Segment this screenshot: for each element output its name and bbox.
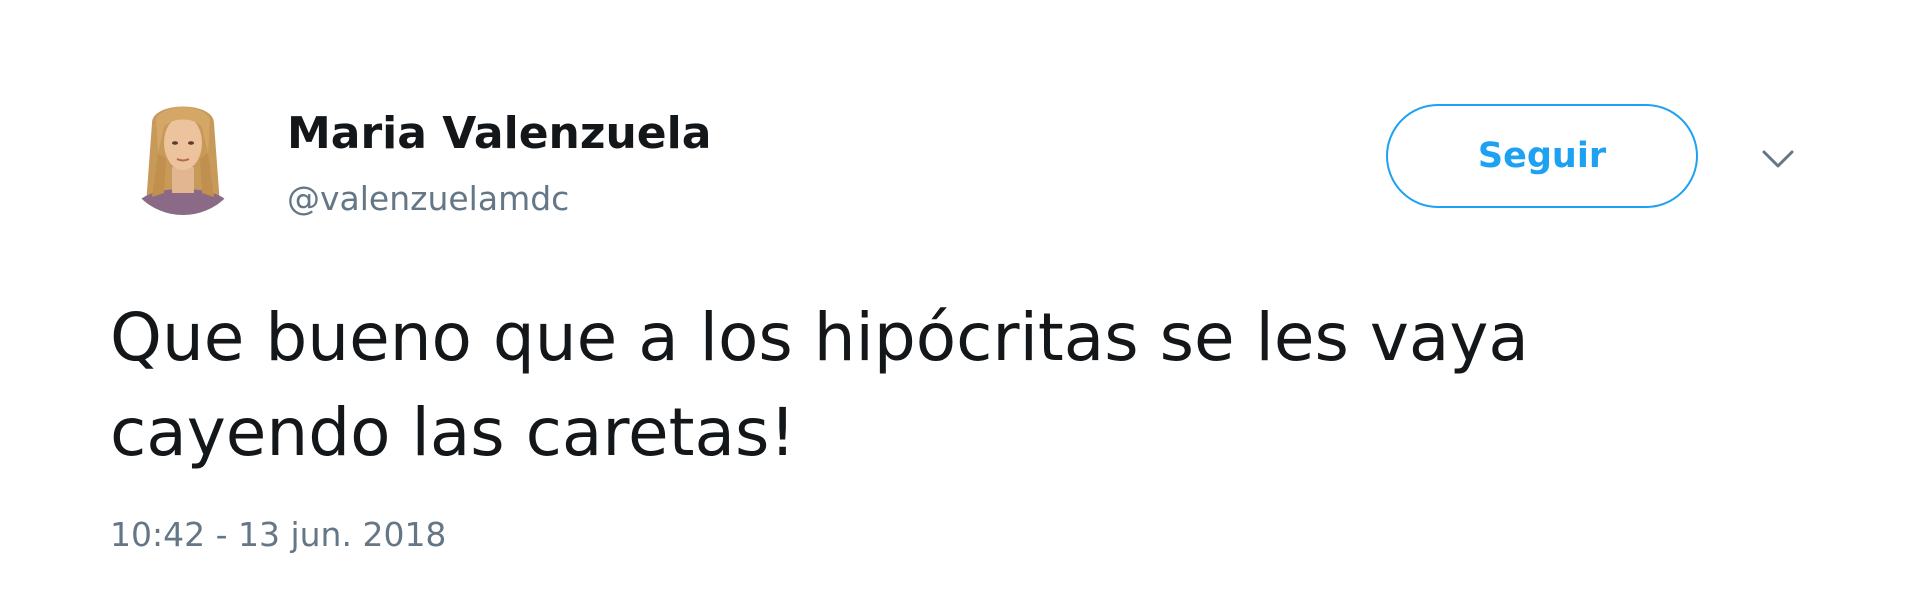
avatar-photo-icon	[122, 93, 244, 215]
user-handle[interactable]: @valenzuelamdc	[287, 178, 569, 220]
tweet-timestamp[interactable]: 10:42 - 13 jun. 2018	[110, 512, 446, 558]
follow-button-label: Seguir	[1477, 136, 1607, 176]
chevron-down-icon[interactable]	[1760, 146, 1796, 172]
avatar[interactable]	[122, 93, 244, 215]
tweet-text-line-2: cayendo las caretas!	[110, 394, 796, 471]
tweet-text-line-1: Que bueno que a los hipócritas se les va…	[110, 299, 1529, 376]
tweet-card: Maria Valenzuela @valenzuelamdc Seguir Q…	[0, 0, 1920, 596]
display-name[interactable]: Maria Valenzuela	[287, 106, 711, 162]
tweet-text: Que bueno que a los hipócritas se les va…	[110, 290, 1760, 480]
follow-button[interactable]: Seguir	[1386, 104, 1698, 208]
